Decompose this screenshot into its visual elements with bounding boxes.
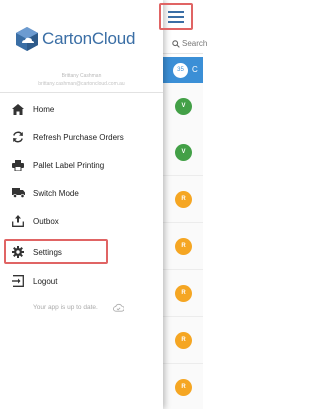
- cloud-check-icon: [113, 303, 124, 312]
- avatar: R: [175, 238, 192, 255]
- truck-icon: [11, 186, 25, 200]
- app-status-text: Your app is up to date.: [33, 304, 98, 311]
- user-name: Brittany Cashman: [61, 73, 102, 79]
- list-item[interactable]: V: [163, 83, 203, 130]
- avatar: R: [175, 332, 192, 349]
- list-item[interactable]: R: [163, 364, 203, 409]
- menu-item-label: Logout: [33, 276, 58, 286]
- menu-item-label: Outbox: [33, 216, 59, 226]
- list-item[interactable]: V: [163, 129, 203, 176]
- refresh-icon: [11, 130, 25, 144]
- menu-item-pallet-label-printing[interactable]: Pallet Label Printing: [0, 151, 163, 179]
- navigation-drawer: CartonCloud Brittany Cashman brittany.ca…: [0, 0, 163, 409]
- menu-item-outbox[interactable]: Outbox: [0, 207, 163, 235]
- menu-item-refresh-purchase-orders[interactable]: Refresh Purchase Orders: [0, 123, 163, 151]
- print-icon: [11, 158, 25, 172]
- avatar: V: [175, 144, 192, 161]
- menu-item-label: Pallet Label Printing: [33, 160, 105, 170]
- list-item[interactable]: R: [163, 317, 203, 364]
- search-icon: [172, 40, 180, 48]
- hamburger-line: [168, 11, 184, 13]
- avatar: R: [175, 191, 192, 208]
- search-placeholder: Search: [182, 39, 208, 48]
- hamburger-line: [168, 21, 184, 23]
- list-header-label: C: [192, 65, 198, 74]
- avatar: R: [175, 379, 192, 396]
- list-item[interactable]: R: [163, 223, 203, 270]
- menu-button[interactable]: [159, 3, 193, 30]
- outbox-icon: [11, 214, 25, 228]
- list-header: 35 C: [163, 57, 203, 83]
- menu-item-label: Home: [33, 104, 55, 114]
- divider: [0, 92, 163, 93]
- logo: CartonCloud: [14, 26, 135, 52]
- menu-item-label: Refresh Purchase Orders: [33, 132, 124, 142]
- count-badge: 35: [173, 63, 188, 78]
- home-icon: [11, 102, 25, 116]
- logo-text: CartonCloud: [42, 29, 136, 48]
- list-item[interactable]: R: [163, 176, 203, 223]
- search-bar[interactable]: Search: [163, 34, 207, 54]
- list-item[interactable]: R: [163, 270, 203, 317]
- logout-icon: [11, 274, 25, 288]
- menu-item-label: Switch Mode: [33, 188, 79, 198]
- cartoncloud-logo-icon: [16, 27, 38, 51]
- user-email: brittany.cashman@cartoncloud.com.au: [38, 81, 125, 87]
- hamburger-line: [168, 16, 184, 18]
- avatar: R: [175, 285, 192, 302]
- menu-item-logout[interactable]: Logout: [0, 267, 163, 295]
- menu-item-switch-mode[interactable]: Switch Mode: [0, 179, 163, 207]
- menu-item-home[interactable]: Home: [0, 95, 163, 123]
- settings-highlight-box: [4, 239, 108, 264]
- avatar: V: [175, 98, 192, 115]
